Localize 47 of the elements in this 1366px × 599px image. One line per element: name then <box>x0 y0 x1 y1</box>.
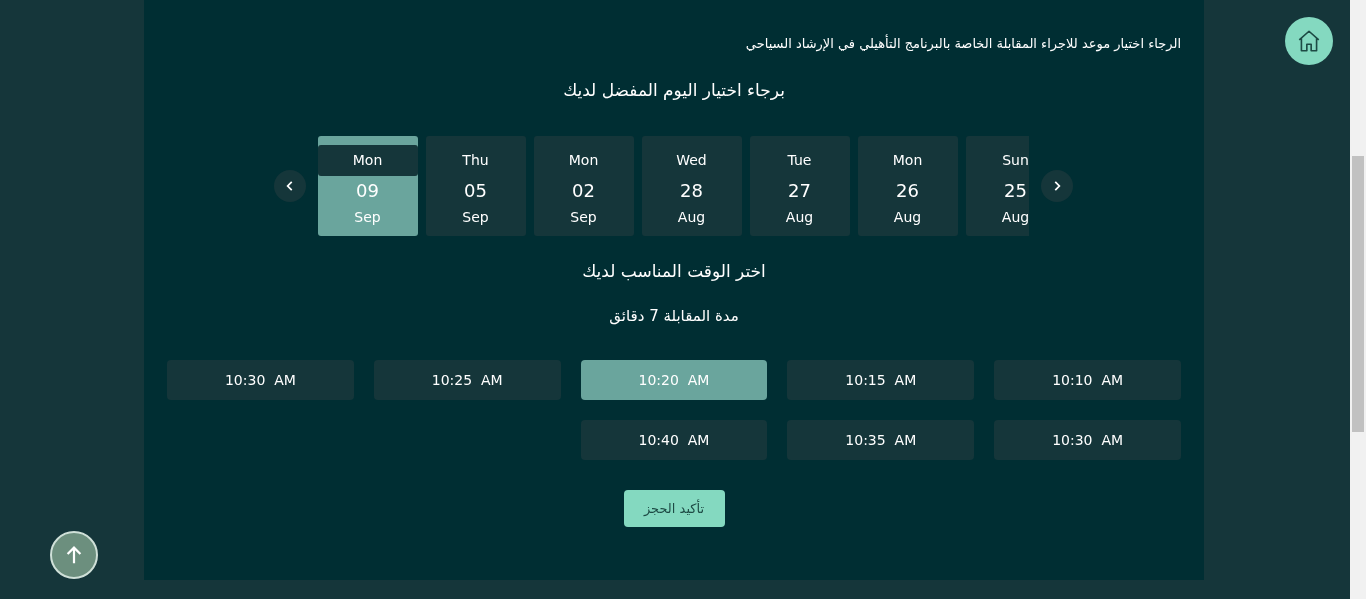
day-card[interactable]: Wed 28 Aug <box>641 136 742 236</box>
month-label: Aug <box>893 208 922 227</box>
month-label: Aug <box>785 208 814 227</box>
day-number: 09 <box>356 179 379 203</box>
month-label: Sep <box>354 208 381 227</box>
time-slot-button[interactable]: 10:10 AM <box>994 360 1181 400</box>
month-label: Sep <box>462 208 489 227</box>
day-number: 02 <box>572 179 595 203</box>
day-number: 26 <box>896 179 919 203</box>
day-number: 25 <box>1004 179 1027 203</box>
weekday-label: Tue <box>786 151 813 170</box>
scrollbar[interactable] <box>1350 0 1366 599</box>
time-slot-button[interactable]: 10:15 AM <box>787 360 975 400</box>
previous-button[interactable] <box>273 170 306 202</box>
day-card[interactable]: Sun 25 Aug <box>965 136 1029 236</box>
duration-text: مدة المقابلة 7 دقائق <box>608 306 740 326</box>
weekday-label: Mon <box>891 151 924 170</box>
time-slot-button[interactable]: 10:40 AM <box>580 420 768 460</box>
weekday-label: Sun <box>1001 151 1029 170</box>
confirm-booking-button[interactable]: تأكيد الحجز <box>623 490 725 527</box>
month-label: Aug <box>1001 208 1029 227</box>
scroll-top-button[interactable] <box>50 531 98 579</box>
day-card[interactable]: Tue 27 Aug <box>749 136 850 236</box>
home-icon <box>1296 28 1322 54</box>
home-button[interactable] <box>1285 17 1333 65</box>
weekday-label: Thu <box>461 151 490 170</box>
day-number: 28 <box>680 179 703 203</box>
next-button[interactable] <box>1040 170 1073 202</box>
time-slot-button[interactable]: 10:30 AM <box>994 420 1181 460</box>
day-number: 05 <box>464 179 487 203</box>
day-card[interactable]: Mon 09 Sep <box>317 136 418 236</box>
day-card[interactable]: Mon 26 Aug <box>857 136 958 236</box>
time-slot-button[interactable]: 10:25 AM <box>373 360 561 400</box>
weekday-label: Mon <box>567 151 600 170</box>
day-card[interactable]: Mon 02 Sep <box>533 136 634 236</box>
time-slot-button[interactable]: 10:35 AM <box>787 420 975 460</box>
day-heading: برجاء اختيار اليوم المفضل لديك <box>562 79 786 102</box>
month-label: Sep <box>570 208 597 227</box>
time-slot-button[interactable]: 10:30 AM <box>167 360 354 400</box>
scrollbar-thumb[interactable] <box>1352 156 1364 432</box>
time-heading: اختر الوقت المناسب لديك <box>581 260 767 283</box>
weekday-label: Mon <box>317 145 418 176</box>
weekday-label: Wed <box>675 151 708 170</box>
month-label: Aug <box>677 208 706 227</box>
day-card[interactable]: Thu 05 Sep <box>425 136 526 236</box>
instruction-text: الرجاء اختيار موعد للاجراء المقابلة الخاصة بالبرنامج التأهيلي في الإرشاد السياحي <box>744 34 1181 54</box>
day-number: 27 <box>788 179 811 203</box>
